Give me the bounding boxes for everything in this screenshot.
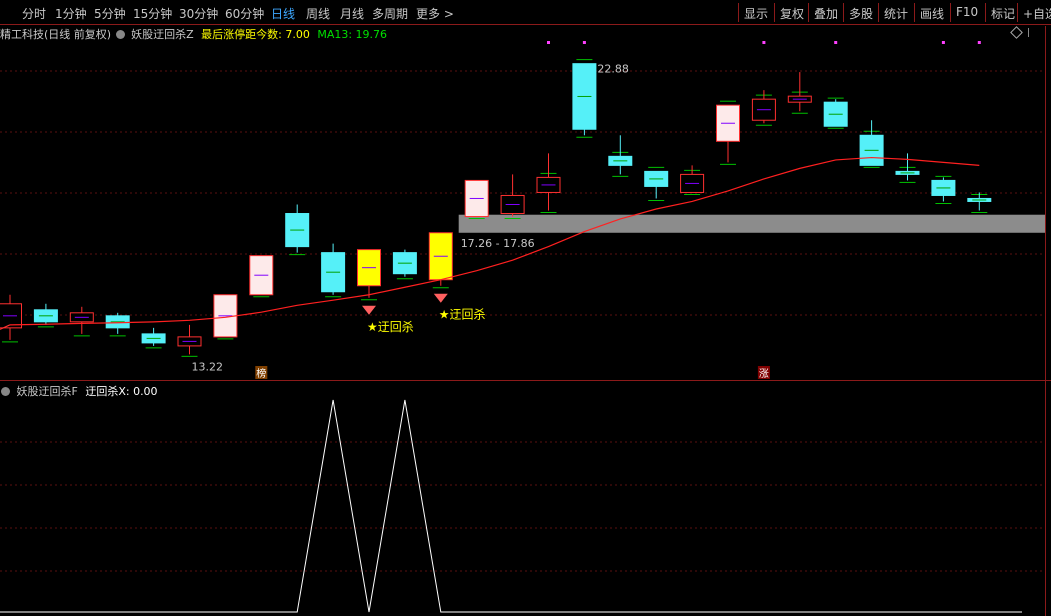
signal-marker <box>941 41 945 44</box>
stock-title[interactable]: 精工科技(日线 前复权) <box>0 28 111 41</box>
main-panel-header: 精工科技(日线 前复权) 妖股迂回杀Z 最后涨停距今数: 7.00 MA13: … <box>0 26 387 42</box>
signal-marker <box>582 41 586 44</box>
chart-annotation: 榜 <box>256 367 266 380</box>
chart-annotation: ★迂回杀 <box>367 319 414 334</box>
chart-annotation: 涨 <box>759 368 769 380</box>
signal-marker <box>547 41 550 44</box>
divider <box>1028 28 1029 37</box>
kline-chart: 17.26 - 17.86 22.88 13.22 ★迂回杀 ★迂回杀榜 涨 <box>0 26 1051 616</box>
sub-indicator-line <box>0 399 1022 613</box>
signal-marker <box>977 41 981 44</box>
signal-icon <box>433 293 448 303</box>
sub-indicator-name[interactable]: 妖股迂回杀F <box>17 385 78 398</box>
ma13-label: MA13: 19.76 <box>317 28 388 41</box>
chart-annotation: ★迂回杀 <box>439 307 486 322</box>
chart-annotation: 13.22 <box>192 360 224 373</box>
sub-panel-header: 妖股迂回杀F 迂回杀X: 0.00 <box>0 383 158 399</box>
sub-value-label: 迂回杀X: 0.00 <box>85 385 158 398</box>
last-limit-label: 最后涨停距今数: 7.00 <box>201 28 310 41</box>
settings-icon[interactable] <box>115 30 125 39</box>
signal-marker <box>762 41 766 44</box>
chart-annotation: 22.88 <box>597 63 629 76</box>
band-label: 17.26 - 17.86 <box>461 237 535 250</box>
settings-icon[interactable] <box>1 387 10 396</box>
signal-marker <box>834 41 838 44</box>
indicator-name[interactable]: 妖股迂回杀Z <box>131 28 194 41</box>
price-band <box>458 214 1045 233</box>
signal-icon <box>362 305 376 315</box>
